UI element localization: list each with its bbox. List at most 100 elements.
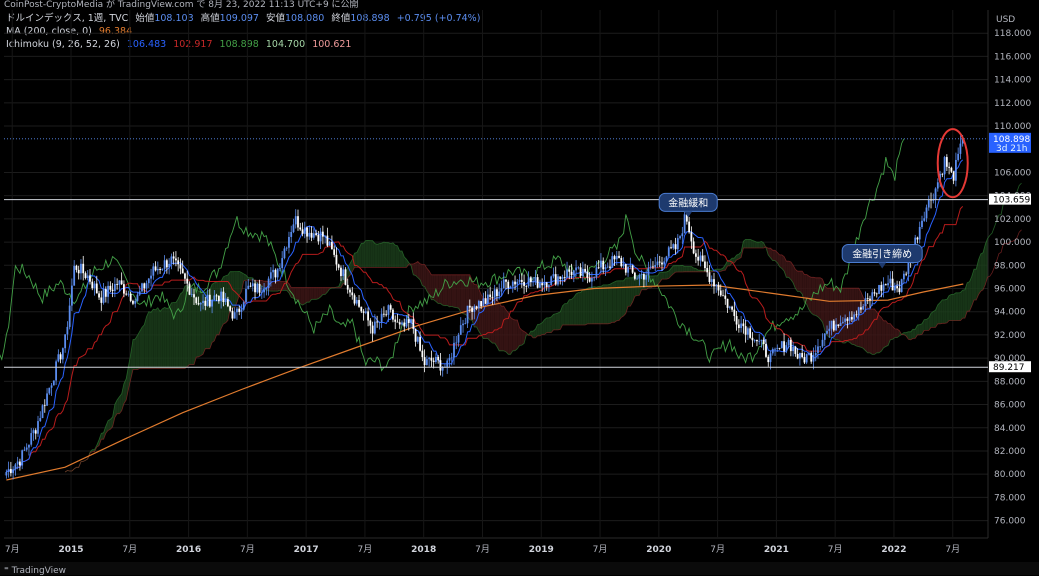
candle-body (559, 276, 561, 279)
price-chart[interactable]: 118.000116.000114.000112.000110.000106.0… (0, 0, 1039, 562)
candle-body (216, 295, 218, 296)
candle-body (485, 298, 487, 303)
cloud-segment (687, 266, 689, 271)
candle-body (575, 267, 577, 270)
candle-body (880, 285, 882, 291)
candle-body (636, 279, 638, 280)
candle-body (752, 338, 754, 340)
candle-body (887, 283, 889, 285)
candle-body (437, 357, 439, 360)
candle-body (288, 237, 290, 248)
candle-body (792, 347, 794, 351)
cloud-segment (617, 281, 619, 321)
candle-body (573, 270, 575, 275)
cloud-segment (431, 275, 433, 300)
candle-body (53, 380, 55, 385)
candle-body (756, 340, 758, 341)
cloud-segment (506, 310, 508, 354)
y-tick-label: 98.000 (994, 261, 1026, 271)
currency-label: USD (996, 15, 1015, 25)
candle-body (69, 306, 71, 327)
cloud-segment (917, 325, 919, 335)
candle-body (428, 358, 430, 359)
candle-body (277, 269, 279, 278)
candle-body (116, 284, 118, 285)
x-tick-label: 7月 (5, 544, 20, 555)
candle-body (557, 276, 559, 284)
candle-body (71, 286, 73, 306)
candle-body (261, 292, 263, 293)
candle-body (320, 232, 322, 242)
y-tick-label: 94.000 (994, 308, 1026, 318)
cloud-segment (547, 318, 549, 333)
candle-body (200, 303, 202, 304)
cloud-segment (169, 303, 171, 369)
candle-body (668, 247, 670, 256)
cloud-segment (685, 266, 687, 271)
candle-body (87, 276, 89, 279)
candle-body (577, 267, 579, 268)
candle-body (883, 284, 885, 291)
candle-body (860, 307, 862, 309)
candle-body (799, 353, 801, 358)
candle-body (801, 353, 803, 357)
candle-body (155, 266, 157, 270)
candle-body (279, 268, 281, 269)
cloud-segment (386, 243, 388, 268)
cloud-segment (377, 244, 379, 268)
candle-body (496, 289, 498, 296)
cloud-segment (881, 317, 883, 351)
cloud-segment (422, 264, 424, 286)
candle-body (555, 274, 557, 284)
candle-body (139, 291, 141, 294)
candle-body (874, 292, 876, 293)
cloud-segment (951, 294, 953, 320)
candle-body (378, 322, 380, 323)
cloud-segment (676, 266, 678, 272)
cloud-segment (870, 309, 872, 354)
cloud-segment (364, 240, 366, 267)
cloud-segment (165, 307, 167, 368)
candle-body (286, 248, 288, 249)
cloud-segment (361, 243, 363, 267)
candle-body (833, 321, 835, 331)
y-tick-label: 92.000 (994, 331, 1026, 341)
candle-body (306, 227, 308, 236)
candle-body (259, 284, 261, 293)
candle-body (501, 288, 503, 291)
candle-body (128, 294, 130, 295)
candle-body (345, 269, 347, 285)
candle-body (30, 433, 32, 445)
candle-body (33, 430, 35, 433)
cloud-segment (578, 293, 580, 325)
candle-body (516, 282, 518, 285)
cloud-segment (101, 433, 103, 439)
cloud-segment (511, 318, 513, 355)
candle-body (265, 288, 267, 289)
cloud-segment (515, 320, 517, 351)
candle-body (514, 282, 516, 285)
cloud-segment (497, 300, 499, 350)
candle-body (180, 264, 182, 268)
candle-body (26, 448, 28, 450)
candle-body (530, 277, 532, 282)
cloud-segment (316, 288, 318, 300)
cloud-segment (605, 285, 607, 324)
candle-body (742, 323, 744, 326)
candle-body (195, 297, 197, 303)
cloud-segment (621, 281, 623, 318)
candle-body (611, 256, 613, 268)
cloud-segment (300, 288, 302, 305)
candle-body (469, 306, 471, 308)
candle-body (641, 274, 643, 275)
cloud-segment (495, 298, 497, 346)
candle-body (421, 351, 423, 357)
candle-body (568, 270, 570, 272)
candle-body (358, 300, 360, 307)
candle-body (229, 306, 231, 311)
candle-body (779, 348, 781, 349)
cloud-segment (678, 266, 680, 272)
candle-body (808, 353, 810, 354)
cloud-segment (773, 250, 775, 260)
cloud-segment (795, 269, 797, 291)
